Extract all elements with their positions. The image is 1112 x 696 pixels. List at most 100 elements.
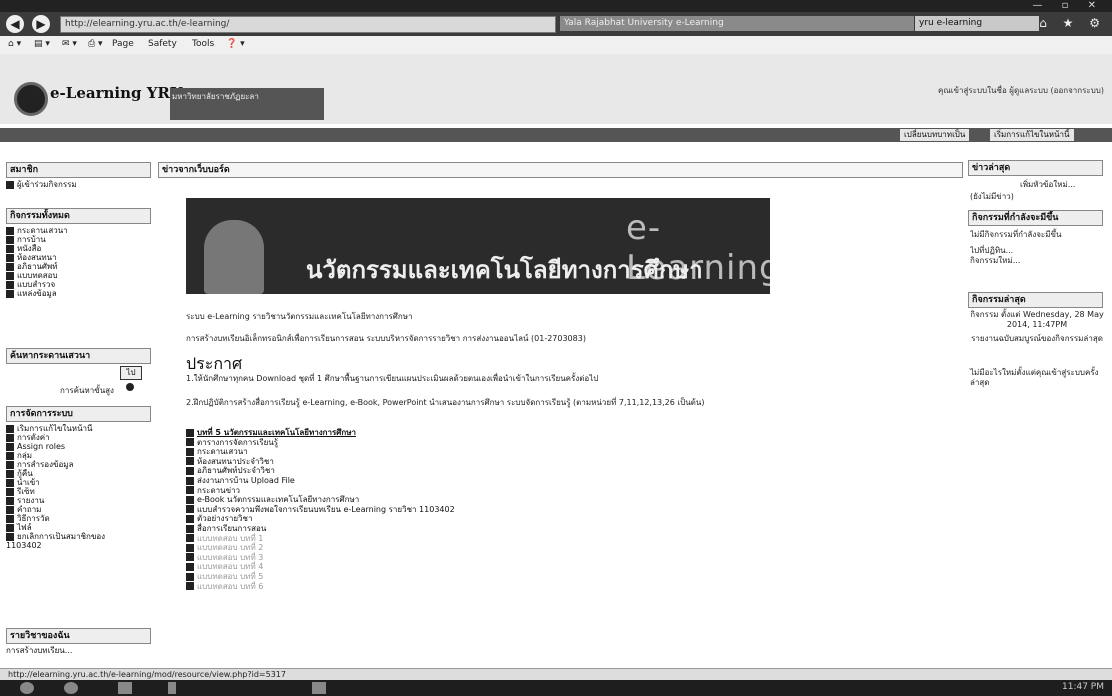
chat-icon bbox=[6, 253, 14, 262]
resource-icon bbox=[186, 466, 194, 475]
admin-settings[interactable]: การตั้งค่า bbox=[6, 433, 152, 442]
resource-item[interactable]: แบบสำรวจความพึงพอใจการเรียนบทเรียน e-Lea… bbox=[186, 505, 455, 514]
admin-restore[interactable]: กู้คืน bbox=[6, 469, 152, 478]
activity-survey[interactable]: แบบสำรวจ bbox=[6, 280, 152, 289]
search-go-button[interactable]: ไป bbox=[120, 366, 142, 380]
resource-item[interactable]: แบบทดสอบ บทที่ 2 bbox=[186, 543, 263, 552]
ie-icon[interactable] bbox=[64, 682, 78, 694]
admin-backup[interactable]: การสำรองข้อมูล bbox=[6, 460, 152, 469]
activity-chat[interactable]: ห้องสนทนา bbox=[6, 253, 152, 262]
advanced-search-link[interactable]: การค้นหาขั้นสูง bbox=[60, 384, 114, 397]
page-menu[interactable]: Page bbox=[112, 39, 134, 49]
course-banner: e-Learning นวัตกรรมและเทคโนโลยีทางการศึก… bbox=[186, 198, 770, 294]
admin-unenrol[interactable]: ยกเลิกการเป็นสมาชิกของ 1103402 bbox=[6, 532, 116, 550]
resource-item[interactable]: แบบทดสอบ บทที่ 4 bbox=[186, 562, 263, 571]
resource-item[interactable]: สื่อการเรียนการสอน bbox=[186, 524, 266, 533]
survey-icon bbox=[6, 280, 14, 289]
admin-reset[interactable]: รีเซ็ท bbox=[6, 487, 152, 496]
people-icon bbox=[6, 180, 14, 189]
banner-person-image bbox=[204, 220, 264, 294]
window-controls-icon[interactable]: — ▫ ✕ bbox=[1032, 0, 1104, 11]
resource-icon bbox=[186, 428, 194, 437]
resource-item[interactable]: กระดานข่าว bbox=[186, 486, 240, 495]
help-icon[interactable]: ❓ ▾ bbox=[226, 39, 245, 49]
resource-item[interactable]: ห้องสนทนาประจำวิชา bbox=[186, 457, 274, 466]
tab-active[interactable]: Yala Rajabhat University e-Learning bbox=[560, 16, 914, 31]
resource-item[interactable]: บทที่ 5 นวัตกรรมและเทคโนโลยีทางการศึกษา bbox=[186, 428, 356, 437]
admin-reports[interactable]: รายงาน bbox=[6, 496, 152, 505]
activity-assignment[interactable]: การบ้าน bbox=[6, 235, 152, 244]
resource-label: อภิธานศัพท์ประจำวิชา bbox=[197, 466, 275, 476]
feeds-icon[interactable]: ▤ ▾ bbox=[34, 39, 50, 49]
admin-scales[interactable]: วิธีการวัด bbox=[6, 514, 152, 523]
resource-item[interactable]: ส่งงานการบ้าน Upload File bbox=[186, 476, 295, 485]
mail-icon[interactable]: ✉ ▾ bbox=[62, 39, 77, 49]
activity-forum[interactable]: กระดานเสวนา bbox=[6, 226, 152, 235]
help-icon[interactable] bbox=[126, 383, 134, 391]
home-icon[interactable]: ⌂ ▾ bbox=[8, 39, 21, 49]
admin-files[interactable]: ไฟล์ bbox=[6, 523, 152, 532]
resource-item[interactable]: กระดานเสวนา bbox=[186, 447, 248, 456]
admin-groups[interactable]: กลุ่ม bbox=[6, 451, 152, 460]
resource-item[interactable]: แบบทดสอบ บทที่ 6 bbox=[186, 582, 263, 591]
resource-item[interactable]: แบบทดสอบ บทที่ 1 bbox=[186, 534, 263, 543]
print-icon[interactable]: ⎙ ▾ bbox=[88, 39, 103, 49]
resource-item[interactable]: แบบทดสอบ บทที่ 3 bbox=[186, 553, 263, 562]
activity-quiz[interactable]: แบบทดสอบ bbox=[6, 271, 152, 280]
roles-icon bbox=[6, 442, 14, 451]
restore-icon bbox=[6, 469, 14, 478]
admin-import[interactable]: นำเข้า bbox=[6, 478, 152, 487]
resource-label: บทที่ 5 นวัตกรรมและเทคโนโลยีทางการศึกษา bbox=[197, 428, 356, 437]
admin-questions[interactable]: คำถาม bbox=[6, 505, 152, 514]
browser-tray-icons[interactable]: ⌂ ★ ⚙ bbox=[1039, 16, 1106, 30]
reports-icon bbox=[6, 496, 14, 505]
media-icon[interactable] bbox=[168, 682, 176, 694]
resource-item[interactable]: ตารางการจัดการเรียนรู้ bbox=[186, 438, 278, 447]
resource-item[interactable]: แบบทดสอบ บทที่ 5 bbox=[186, 572, 263, 581]
activities-block: กระดานเสวนา การบ้าน หนังสือ ห้องสนทนา อภ… bbox=[6, 226, 152, 298]
resource-label: กระดานข่าว bbox=[197, 485, 241, 495]
activity-resource[interactable]: แหล่งข้อมูล bbox=[6, 289, 152, 298]
resource-label: ตารางการจัดการเรียนรู้ bbox=[197, 437, 279, 447]
resource-label: กระดานเสวนา bbox=[197, 447, 248, 457]
back-icon[interactable]: ◀ bbox=[6, 15, 24, 33]
quiz-icon bbox=[6, 271, 14, 280]
resource-icon bbox=[186, 438, 194, 447]
edit-page-button[interactable]: เริ่มการแก้ไขในหน้านี้ bbox=[990, 129, 1074, 141]
admin-assign-roles[interactable]: Assign roles bbox=[6, 442, 152, 451]
app-icon[interactable] bbox=[312, 682, 326, 694]
explorer-icon[interactable] bbox=[118, 682, 132, 694]
safety-menu[interactable]: Safety bbox=[148, 39, 177, 49]
recent-report-link[interactable]: รายงานฉบับสมบูรณ์ของกิจกรรมล่าสุด bbox=[970, 334, 1104, 344]
mycourse-item[interactable]: การสร้างบทเรียน... bbox=[6, 646, 152, 655]
resource-icon bbox=[186, 562, 194, 571]
activity-book[interactable]: หนังสือ bbox=[6, 244, 152, 253]
switch-role-button[interactable]: เปลี่ยนบทบาทเป็น bbox=[900, 129, 970, 141]
activity-glossary[interactable]: อภิธานศัพท์ bbox=[6, 262, 152, 271]
admin-turn-editing[interactable]: เริ่มการแก้ไขในหน้านี้ bbox=[6, 424, 152, 433]
resource-label: แบบทดสอบ บทที่ 1 bbox=[197, 533, 264, 543]
login-status[interactable]: คุณเข้าสู่ระบบในชื่อ ผู้ดูแลระบบ (ออกจาก… bbox=[938, 84, 1104, 97]
start-icon[interactable] bbox=[20, 682, 34, 694]
main-header: ข่าวจากเว็บบอร์ด bbox=[158, 162, 963, 178]
resource-item[interactable]: อภิธานศัพท์ประจำวิชา bbox=[186, 466, 275, 475]
news-add-link[interactable]: เพิ่มหัวข้อใหม่... bbox=[1020, 178, 1075, 191]
browser-address-bar: ◀ ▶ http://elearning.yru.ac.th/e-learnin… bbox=[0, 12, 1112, 36]
resource-icon bbox=[186, 447, 194, 456]
resource-label: e-Book นวัตกรรมและเทคโนโลยีทางการศึกษา bbox=[197, 495, 360, 505]
tab-other[interactable]: yru e-learning bbox=[915, 16, 1039, 31]
recent-block-title: กิจกรรมล่าสุด bbox=[968, 292, 1103, 308]
tray-clock[interactable]: 11:47 PM bbox=[1062, 682, 1104, 692]
resource-icon bbox=[186, 495, 194, 504]
taskbar: 11:47 PM bbox=[0, 680, 1112, 696]
settings-icon bbox=[6, 433, 14, 442]
new-event-link[interactable]: กิจกรรมใหม่... bbox=[970, 254, 1020, 267]
tools-menu[interactable]: Tools bbox=[192, 39, 214, 49]
forward-icon[interactable]: ▶ bbox=[32, 15, 50, 33]
address-input[interactable]: http://elearning.yru.ac.th/e-learning/ bbox=[60, 16, 556, 33]
resource-item[interactable]: e-Book นวัตกรรมและเทคโนโลยีทางการศึกษา bbox=[186, 495, 359, 504]
upcoming-none: ไม่มีกิจกรรมที่กำลังจะมีขึ้น bbox=[970, 230, 1062, 239]
participants-link[interactable]: ผู้เข้าร่วมกิจกรรม bbox=[6, 180, 152, 189]
resource-item[interactable]: ตัวอย่างรายวิชา bbox=[186, 514, 252, 523]
announce-item-2: 2.ฝึกปฏิบัติการสร้างสื่อการเรียนรู้ e-Le… bbox=[186, 398, 705, 407]
